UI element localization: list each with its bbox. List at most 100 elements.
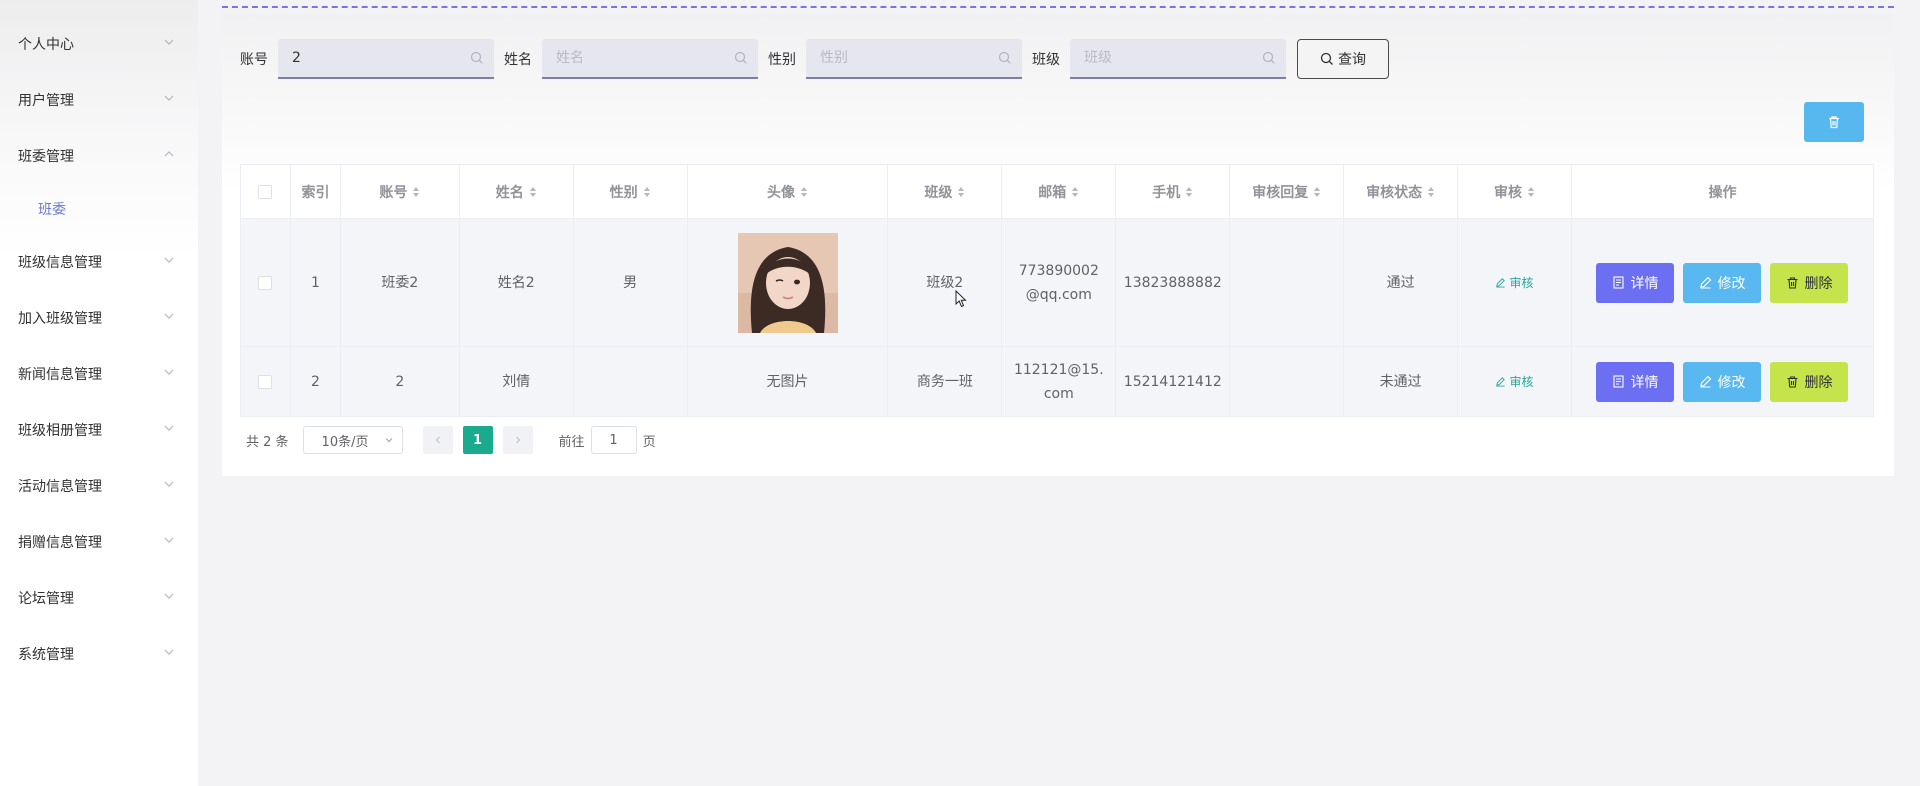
delete-label: 删除 — [1804, 373, 1833, 390]
gender-search-input[interactable] — [806, 39, 1022, 77]
trash-icon — [1787, 376, 1798, 388]
row-actions: 详情 修改 删除 — [1578, 361, 1867, 402]
menu-item-class-info[interactable]: 班级信息管理 — [0, 234, 198, 290]
menu-item-activity[interactable]: 活动信息管理 — [0, 458, 198, 514]
gender-field — [806, 39, 1022, 79]
menu-item-label: 班委管理 — [18, 149, 74, 165]
header-label: 审核 — [1493, 184, 1522, 201]
sort-icon — [1314, 186, 1321, 197]
header-audit[interactable]: 审核 — [1457, 164, 1572, 219]
mouse-cursor-icon — [955, 290, 967, 308]
search-icon — [1320, 52, 1333, 65]
cell-gender — [572, 346, 688, 417]
sidebar: 个人中心 用户管理 班委管理 班委 班级信息管理 加入班级管理 新闻信息管理 班… — [0, 0, 198, 786]
page-size-select[interactable]: 10条/页 — [302, 426, 403, 454]
header-name[interactable]: 姓名 — [458, 164, 574, 219]
total-count: 共 2 条 — [246, 434, 289, 450]
menu-item-system[interactable]: 系统管理 — [0, 626, 198, 682]
delete-button[interactable]: 删除 — [1770, 361, 1849, 402]
edit-icon — [1496, 376, 1506, 387]
cell-gender: 男 — [572, 218, 688, 347]
menu-item-user-management[interactable]: 用户管理 — [0, 72, 198, 128]
row-checkbox[interactable] — [258, 374, 273, 389]
menu-item-forum[interactable]: 论坛管理 — [0, 570, 198, 626]
chevron-up-icon — [164, 151, 174, 157]
menu-item-label: 用户管理 — [18, 93, 74, 109]
cell-status: 未通过 — [1343, 346, 1459, 417]
page-size-label: 10条/页 — [321, 434, 369, 450]
menu-item-label: 班级相册管理 — [18, 423, 102, 439]
next-page-button[interactable] — [502, 426, 533, 454]
edit-icon — [1700, 276, 1712, 289]
cell-index: 1 — [289, 218, 341, 347]
menu-item-label: 新闻信息管理 — [18, 367, 102, 383]
document-icon — [1613, 375, 1625, 388]
header-account[interactable]: 账号 — [339, 164, 460, 219]
row-checkbox[interactable] — [258, 275, 273, 290]
audit-link[interactable]: 审核 — [1495, 375, 1533, 389]
account-search-input[interactable] — [278, 39, 494, 77]
sort-icon — [958, 186, 965, 197]
menu-item-personal-center[interactable]: 个人中心 — [0, 16, 198, 72]
cell-reply — [1229, 218, 1345, 347]
chevron-down-icon — [164, 481, 174, 487]
row-actions: 详情 修改 删除 — [1578, 262, 1867, 303]
edit-label: 修改 — [1717, 373, 1746, 390]
cell-audit: 审核 — [1457, 218, 1572, 347]
header-label: 审核回复 — [1252, 184, 1309, 201]
menu-item-album[interactable]: 班级相册管理 — [0, 402, 198, 458]
main-content: 账号 姓名 性别 班级 查询 — [198, 0, 1920, 786]
bulk-delete-button[interactable] — [1804, 102, 1864, 142]
account-field — [278, 39, 494, 79]
cell-status: 通过 — [1343, 218, 1459, 347]
search-icon — [1262, 51, 1275, 64]
edit-button[interactable]: 修改 — [1683, 262, 1762, 303]
delete-button[interactable]: 删除 — [1770, 262, 1849, 303]
goto-prefix: 前往 — [558, 434, 585, 450]
menu-item-news[interactable]: 新闻信息管理 — [0, 346, 198, 402]
header-status[interactable]: 审核状态 — [1343, 164, 1459, 219]
name-label: 姓名 — [504, 52, 532, 68]
chevron-down-icon — [385, 438, 392, 443]
header-class[interactable]: 班级 — [887, 164, 1003, 219]
header-phone[interactable]: 手机 — [1115, 164, 1231, 219]
detail-button[interactable]: 详情 — [1596, 361, 1675, 402]
goto-page-input[interactable] — [590, 426, 637, 454]
search-icon — [998, 51, 1011, 64]
edit-button[interactable]: 修改 — [1683, 361, 1762, 402]
header-reply[interactable]: 审核回复 — [1229, 164, 1345, 219]
table-row: 1 班委2 姓名2 男 班级2 773890002@qq.com 1382388… — [240, 218, 1875, 347]
document-icon — [1613, 276, 1625, 289]
list-panel: 账号 姓名 性别 班级 查询 — [222, 14, 1894, 476]
table-row: 2 2 刘倩 无图片 商务一班 112121@15.com 1521412141… — [240, 346, 1875, 417]
header-gender[interactable]: 性别 — [572, 164, 688, 219]
cell-phone: 15214121412 — [1115, 346, 1231, 417]
header-operations: 操作 — [1570, 164, 1875, 219]
name-search-input[interactable] — [542, 39, 758, 77]
edit-label: 修改 — [1717, 274, 1746, 291]
header-avatar[interactable]: 头像 — [686, 164, 889, 219]
menu-item-label: 捐赠信息管理 — [18, 535, 102, 551]
chevron-down-icon — [164, 313, 174, 319]
submenu-item-committee[interactable]: 班委 — [0, 184, 198, 234]
prev-page-button[interactable] — [422, 426, 453, 454]
class-search-input[interactable] — [1070, 39, 1286, 77]
sort-icon — [1186, 186, 1193, 197]
audit-link[interactable]: 审核 — [1495, 276, 1533, 290]
edit-icon — [1496, 277, 1506, 288]
header-label: 手机 — [1152, 184, 1181, 201]
header-label: 姓名 — [495, 184, 524, 201]
query-button[interactable]: 查询 — [1297, 39, 1389, 79]
menu-item-committee-management[interactable]: 班委管理 — [0, 128, 198, 184]
account-label: 账号 — [240, 52, 268, 68]
avatar[interactable] — [737, 232, 838, 333]
header-email[interactable]: 邮箱 — [1001, 164, 1117, 219]
chevron-right-icon — [515, 436, 520, 444]
detail-button[interactable]: 详情 — [1596, 262, 1675, 303]
detail-label: 详情 — [1630, 373, 1659, 390]
select-all-checkbox[interactable] — [258, 184, 273, 199]
menu-item-join-class[interactable]: 加入班级管理 — [0, 290, 198, 346]
cell-name: 姓名2 — [458, 218, 574, 347]
page-number-current[interactable]: 1 — [462, 426, 493, 454]
menu-item-donation[interactable]: 捐赠信息管理 — [0, 514, 198, 570]
